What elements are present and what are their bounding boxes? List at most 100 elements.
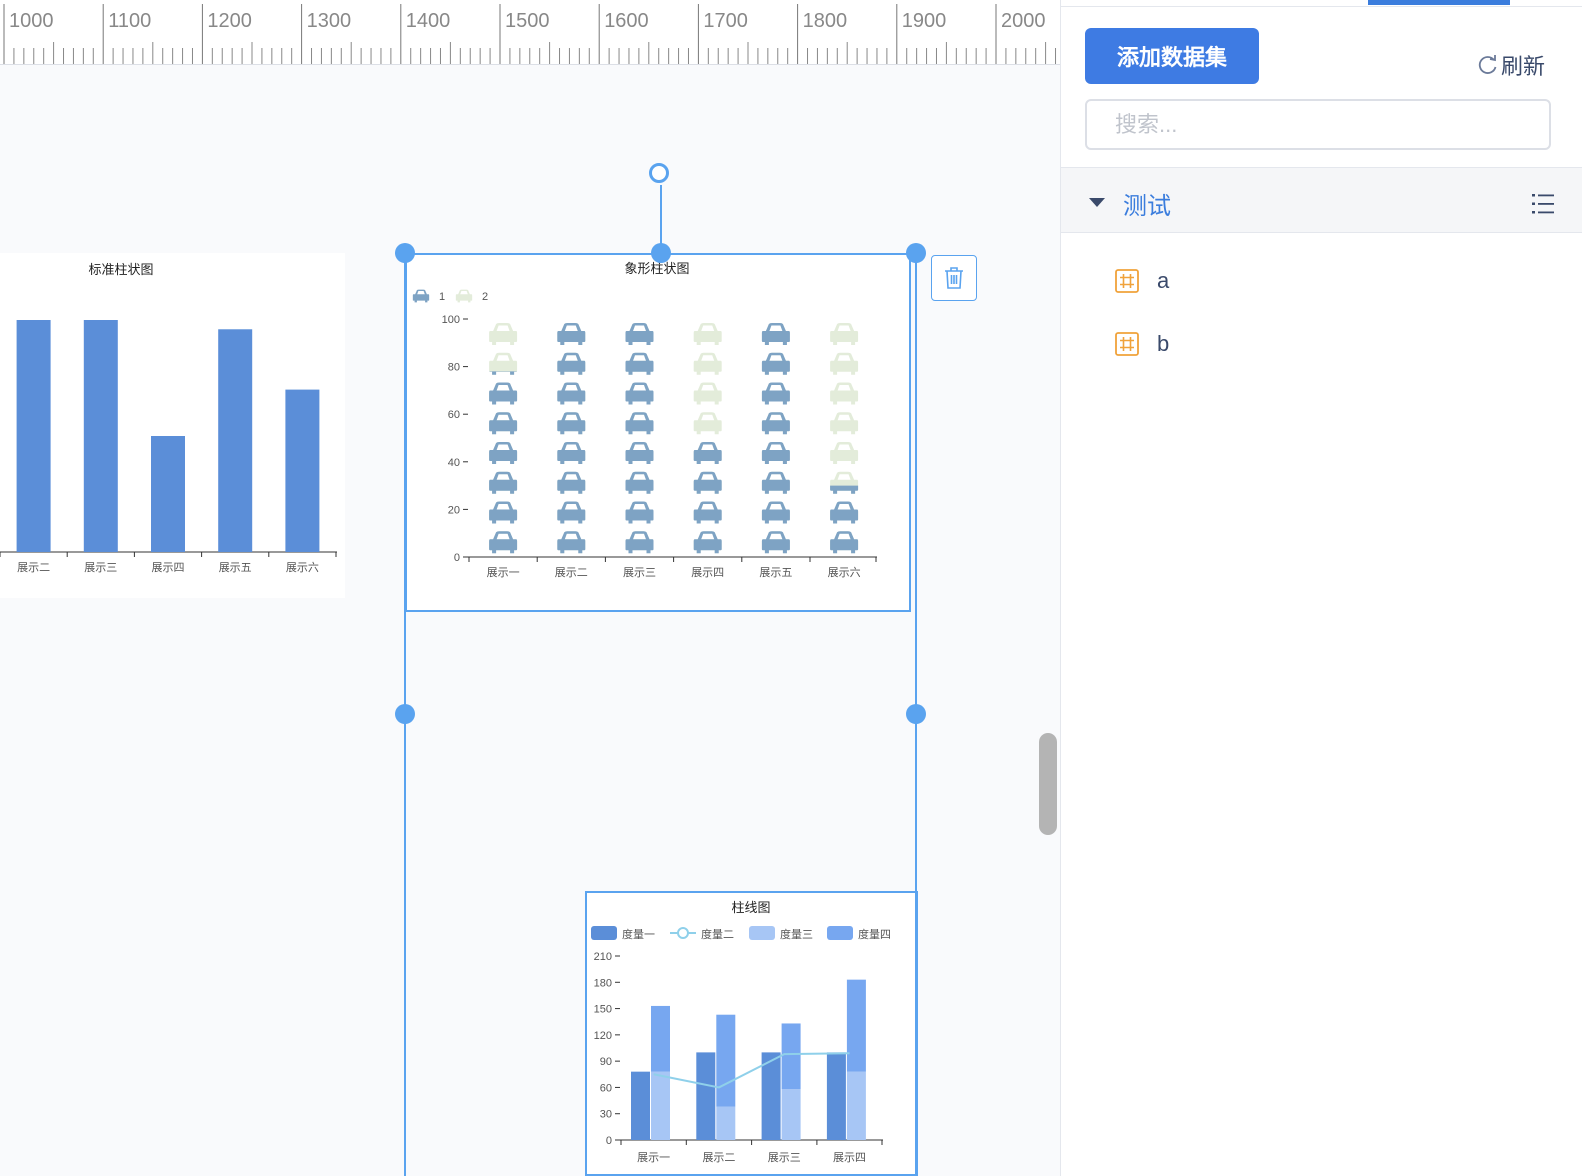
bar-measure-4 <box>716 1014 736 1107</box>
list-menu-icon[interactable] <box>1531 193 1555 215</box>
car-icon-dark <box>557 382 586 405</box>
legend-label: 度量二 <box>701 927 734 941</box>
bar-line-chart-svg: 柱线图 度量一 度量二 度量三 度量四 0 30 60 90 120 150 180 210 展示一 展示… <box>591 900 891 1164</box>
bar-measure-3 <box>846 1071 866 1140</box>
x-tick-label: 展示五 <box>759 566 792 579</box>
resize-handle-top-left[interactable] <box>395 243 415 263</box>
ruler-label: 1500 <box>505 10 550 32</box>
x-tick-label: 展示二 <box>702 1151 735 1164</box>
car-icon-dark <box>557 471 586 494</box>
resize-handle-left[interactable] <box>395 704 415 724</box>
y-tick-label: 30 <box>600 1109 612 1121</box>
pictorial-bar <box>557 323 586 554</box>
car-icon-dark <box>761 471 790 494</box>
car-icon-dark <box>761 501 790 524</box>
y-tick-label: 60 <box>600 1082 612 1094</box>
pictorial-bar-chart-svg: 象形柱状图 1 2020406080100展示一 展示二 展示三 展示四 展示五 展示六 <box>412 261 877 579</box>
pictorial-bar <box>489 371 518 554</box>
car-icon-light <box>693 382 722 405</box>
bar-measure-4 <box>651 1005 670 1072</box>
x-tick-label: 展示四 <box>152 561 185 574</box>
table-icon <box>1115 332 1139 356</box>
resize-handle-right[interactable] <box>906 704 926 724</box>
ruler-label: 1400 <box>406 10 451 32</box>
y-tick-label: 20 <box>448 504 460 516</box>
x-tick-label: 展示五 <box>219 561 252 574</box>
legend-car-icon <box>455 289 473 303</box>
x-tick-label: 展示六 <box>828 566 861 579</box>
refresh-icon <box>1478 55 1497 74</box>
search-input[interactable] <box>1085 99 1551 150</box>
bar-measure-4 <box>781 1023 801 1090</box>
car-icon-dark <box>830 501 859 524</box>
pictorial-bar <box>693 442 722 554</box>
legend-swatch <box>591 926 617 940</box>
dataset-item-b[interactable]: b <box>1115 329 1169 359</box>
bar <box>83 320 118 552</box>
delete-button[interactable] <box>931 255 977 301</box>
ruler-label: 1300 <box>307 10 352 32</box>
dataset-item-a[interactable]: a <box>1115 266 1169 296</box>
x-tick-label: 展示二 <box>555 566 588 579</box>
x-tick-label: 展示一 <box>487 566 520 579</box>
bar-measure-3 <box>651 1071 670 1140</box>
car-icon-light <box>830 323 859 345</box>
y-tick-label: 40 <box>448 457 460 469</box>
bar-measure-3 <box>781 1089 801 1140</box>
refresh-button[interactable]: 刷新 <box>1477 50 1545 80</box>
x-tick-label: 展示二 <box>17 561 50 574</box>
car-icon-light <box>693 323 722 345</box>
dataset-label: b <box>1157 331 1170 356</box>
bar <box>218 329 253 552</box>
y-tick-label: 0 <box>606 1135 612 1147</box>
y-tick-label: 90 <box>600 1056 612 1068</box>
dataset-group-header[interactable]: 测试 <box>1061 167 1582 233</box>
resize-handle-top-right[interactable] <box>906 243 926 263</box>
table-icon <box>1115 269 1139 293</box>
bar-measure-1 <box>631 1071 650 1140</box>
x-tick-label: 展示三 <box>84 561 117 574</box>
car-icon-dark <box>693 531 722 554</box>
x-tick-label: 展示六 <box>286 561 319 574</box>
car-icon-dark <box>489 501 518 524</box>
x-tick-label: 展示一 <box>637 1151 670 1164</box>
bar-line-chart[interactable]: 柱线图 度量一 度量二 度量三 度量四 0 30 60 90 120 150 180 210 展示一 展示… <box>585 891 918 1176</box>
add-dataset-button[interactable]: 添加数据集 <box>1085 28 1259 84</box>
car-icon-light <box>830 412 859 435</box>
legend-label: 度量一 <box>622 927 655 941</box>
ruler-label: 1000 <box>9 10 54 32</box>
dataset-label: a <box>1157 268 1170 293</box>
y-tick-label: 150 <box>594 1004 612 1016</box>
y-tick-label: 180 <box>594 977 612 989</box>
standard-bar-chart[interactable]: 标准柱状图 展示二 展示三 展示四 展示五 展示六 <box>0 253 345 598</box>
car-icon-dark <box>625 412 654 435</box>
caret-down-icon[interactable] <box>1089 198 1105 207</box>
car-icon-light <box>693 412 722 435</box>
legend-line-dot <box>677 927 689 939</box>
car-icon-dark <box>489 412 518 435</box>
horizontal-ruler: 1000 1100 1200 1300 1400 1500 1600 1700 1800 1900… <box>0 0 1060 65</box>
canvas-area[interactable]: 1000 1100 1200 1300 1400 1500 1600 1700 1800 1900… <box>0 0 1060 1176</box>
car-icon-dark <box>625 323 654 345</box>
car-icon-dark <box>761 323 790 345</box>
active-tab-indicator <box>1368 0 1510 5</box>
x-tick-label: 展示四 <box>833 1151 866 1164</box>
car-icon-light <box>489 323 518 345</box>
car-icon-light <box>830 352 859 375</box>
car-icon-dark <box>625 501 654 524</box>
ruler-label: 1800 <box>803 10 848 32</box>
ruler-label: 1700 <box>703 10 748 32</box>
legend-label: 度量三 <box>780 927 813 941</box>
ruler-scale: 1000 1100 1200 1300 1400 1500 1600 1700 1800 1900… <box>3 4 1057 64</box>
dataset-panel: 添加数据集 刷新 测试 a b <box>1060 0 1582 1176</box>
ruler-label: 1100 <box>108 10 151 32</box>
rotate-handle[interactable] <box>649 163 669 183</box>
pictorial-bar-chart[interactable]: 象形柱状图 1 2 0 20 40 60 80 100 展示一 展示二 展示三 展示四 展示五 展示六 <box>405 253 911 612</box>
car-icon-dark <box>557 531 586 554</box>
car-icon-dark <box>625 382 654 405</box>
vertical-scrollbar-thumb[interactable] <box>1039 733 1057 835</box>
resize-handle-top[interactable] <box>651 243 671 263</box>
ruler-label: 2000 <box>1001 10 1046 32</box>
x-tick-label: 展示三 <box>768 1151 801 1164</box>
bar-measure-3 <box>716 1106 736 1140</box>
